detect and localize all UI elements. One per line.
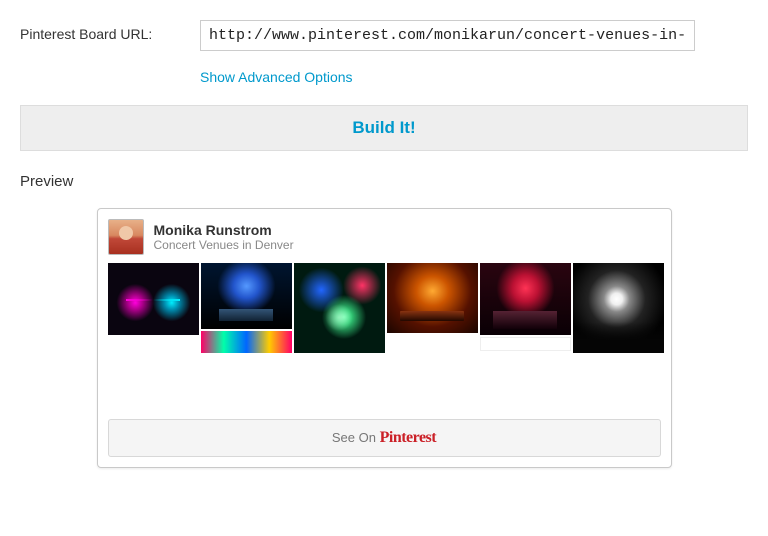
see-on-prefix: See On: [332, 430, 380, 445]
pin-thumbnail[interactable]: [108, 263, 199, 335]
pin-thumbnail[interactable]: [201, 331, 292, 353]
url-field-label: Pinterest Board URL:: [20, 20, 200, 42]
pinterest-logo: Pinterest: [380, 429, 437, 446]
build-button-label: Build It!: [352, 118, 415, 137]
pin-thumbnail[interactable]: [294, 263, 385, 353]
pinterest-widget: Monika Runstrom Concert Venues in Denver…: [97, 208, 672, 468]
avatar: [108, 219, 144, 255]
widget-header[interactable]: Monika Runstrom Concert Venues in Denver: [108, 219, 661, 255]
thumbnail-grid: [108, 263, 661, 353]
see-on-pinterest-button[interactable]: See On Pinterest: [108, 419, 661, 457]
board-title: Concert Venues in Denver: [154, 238, 294, 252]
author-name: Monika Runstrom: [154, 222, 294, 238]
pin-thumbnail[interactable]: [480, 263, 571, 335]
pin-thumbnail[interactable]: [387, 263, 478, 333]
advanced-options-link[interactable]: Show Advanced Options: [200, 69, 353, 85]
build-button[interactable]: Build It!: [20, 105, 748, 151]
preview-section-label: Preview: [20, 173, 748, 190]
pin-thumbnail[interactable]: [201, 263, 292, 329]
pin-thumbnail[interactable]: [573, 263, 664, 353]
pin-thumbnail[interactable]: [480, 337, 571, 351]
board-url-input[interactable]: [200, 20, 695, 51]
